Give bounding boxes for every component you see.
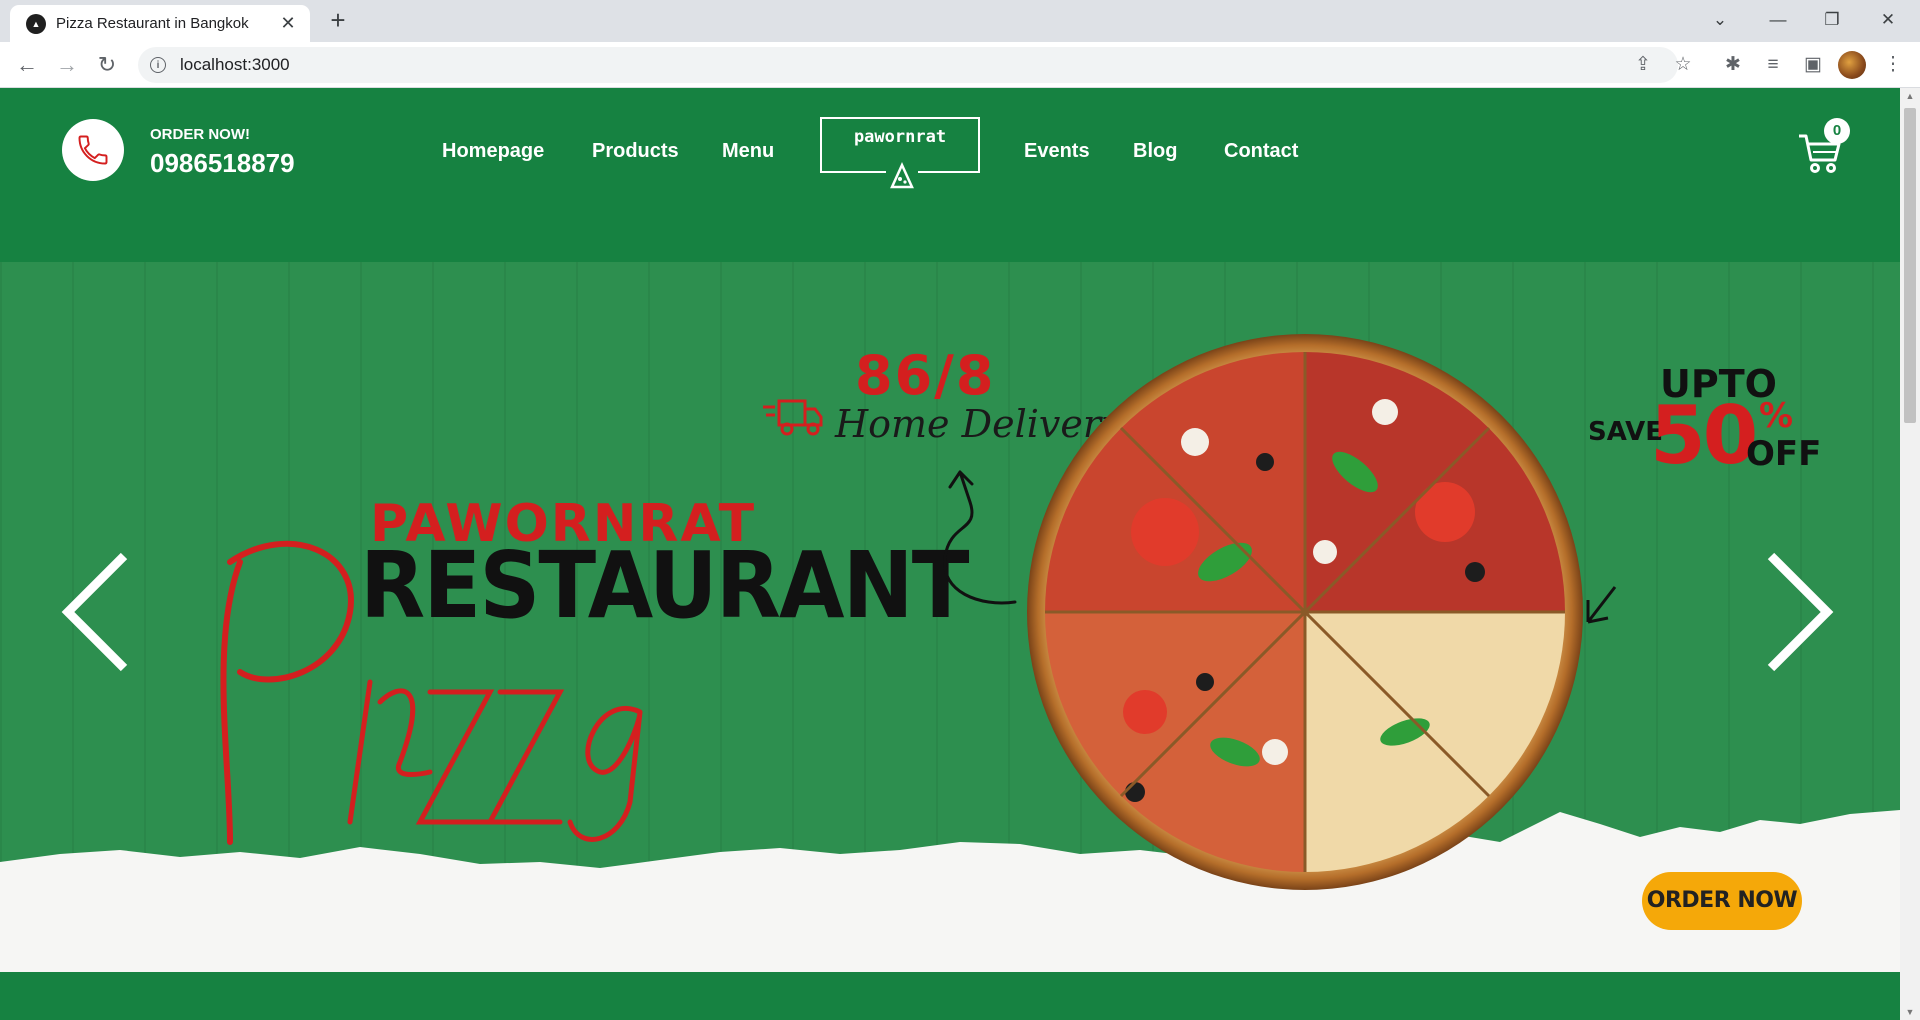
nav-contact[interactable]: Contact bbox=[1224, 140, 1298, 163]
delivery-truck-icon bbox=[763, 399, 823, 436]
restore-button[interactable]: ❐ bbox=[1806, 4, 1858, 36]
delivery-address-number: 86/8 bbox=[855, 344, 996, 407]
pizza-slice-logo-icon bbox=[886, 159, 918, 191]
bookmark-star-icon[interactable]: ☆ bbox=[1668, 50, 1698, 80]
site-info-icon[interactable]: i bbox=[150, 57, 166, 73]
brand-main-text: RESTAURANT bbox=[360, 532, 969, 639]
address-url[interactable]: localhost:3000 bbox=[180, 55, 290, 75]
browser-tab-bar: ▲ Pizza Restaurant in Bangkok ✕ + ⌄ — ❐ … bbox=[0, 0, 1920, 42]
nav-blog[interactable]: Blog bbox=[1133, 140, 1177, 163]
browser-tab[interactable]: ▲ Pizza Restaurant in Bangkok ✕ bbox=[10, 5, 310, 42]
promo-percentage-value: 50 bbox=[1650, 389, 1758, 482]
tab-close-icon[interactable]: ✕ bbox=[278, 13, 298, 34]
nav-events[interactable]: Events bbox=[1024, 140, 1090, 163]
slider-prev-arrow-icon[interactable] bbox=[60, 552, 130, 672]
small-arrow-icon bbox=[1586, 586, 1617, 624]
site-favicon-icon: ▲ bbox=[26, 13, 46, 34]
site-header: ORDER NOW! 0986518879 Homepage Products … bbox=[0, 88, 1900, 262]
nav-products[interactable]: Products bbox=[592, 140, 679, 163]
forward-arrow-icon[interactable]: → bbox=[52, 50, 82, 80]
scroll-down-arrow-icon[interactable]: ▼ bbox=[1900, 1004, 1920, 1020]
next-section-strip bbox=[0, 972, 1900, 1020]
browser-toolbar: ← → ↻ i localhost:3000 ⇪ ☆ bbox=[0, 42, 1920, 88]
scrollbar-thumb[interactable] bbox=[1904, 108, 1916, 423]
promo-percent-sign: % bbox=[1759, 396, 1794, 436]
side-panel-icon[interactable]: ▣ bbox=[1798, 50, 1828, 80]
share-icon[interactable]: ⇪ bbox=[1628, 50, 1658, 80]
media-queue-icon[interactable]: ≡ bbox=[1758, 50, 1788, 80]
extensions-puzzle-icon[interactable]: ✱ bbox=[1718, 50, 1748, 80]
site-logo[interactable]: pawornrat bbox=[820, 117, 980, 191]
pizza-image bbox=[1027, 334, 1583, 890]
phone-icon bbox=[78, 135, 108, 165]
hero-banner: PAWORNRAT RESTAURANT 86/8 Home Delivery bbox=[0, 262, 1900, 972]
order-now-button[interactable]: ORDER NOW bbox=[1642, 872, 1802, 930]
new-tab-button[interactable]: + bbox=[324, 6, 352, 34]
order-phone-number[interactable]: 0986518879 bbox=[150, 148, 295, 179]
profile-avatar[interactable] bbox=[1838, 51, 1866, 79]
promo-off-text: OFF bbox=[1746, 434, 1822, 474]
curly-arrow-icon bbox=[943, 470, 1017, 605]
nav-homepage[interactable]: Homepage bbox=[442, 140, 544, 163]
reload-icon[interactable]: ↻ bbox=[92, 50, 122, 80]
back-arrow-icon[interactable]: ← bbox=[12, 50, 42, 80]
scroll-up-arrow-icon[interactable]: ▲ bbox=[1900, 88, 1920, 104]
address-bar[interactable]: i localhost:3000 bbox=[138, 47, 1678, 83]
slider-next-arrow-icon[interactable] bbox=[1765, 552, 1835, 672]
logo-text: pawornrat bbox=[853, 127, 947, 147]
page-viewport: ORDER NOW! 0986518879 Homepage Products … bbox=[0, 88, 1900, 1020]
tab-search-icon[interactable]: ⌄ bbox=[1694, 4, 1746, 36]
cart-count-badge: 0 bbox=[1824, 118, 1850, 144]
phone-button[interactable] bbox=[62, 119, 124, 181]
close-window-button[interactable]: ✕ bbox=[1862, 4, 1914, 36]
order-now-label: ORDER NOW! bbox=[150, 126, 250, 143]
nav-menu[interactable]: Menu bbox=[722, 140, 774, 163]
minimize-button[interactable]: — bbox=[1752, 4, 1804, 36]
tab-title: Pizza Restaurant in Bangkok bbox=[56, 15, 249, 32]
browser-menu-icon[interactable]: ⋮ bbox=[1878, 50, 1908, 80]
page-scrollbar[interactable]: ▲ ▼ bbox=[1900, 88, 1920, 1020]
